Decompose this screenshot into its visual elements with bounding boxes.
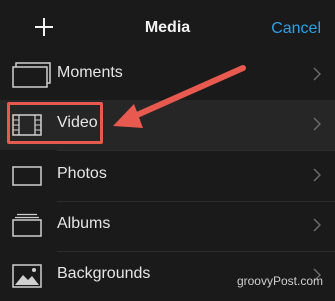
list-item-photos[interactable]: Photos bbox=[0, 151, 335, 201]
chevron-right-icon bbox=[313, 67, 321, 81]
watermark: groovyPost.com bbox=[236, 274, 323, 288]
list-item-label: Moments bbox=[57, 64, 123, 81]
list-item-label: Albums bbox=[57, 215, 111, 232]
cancel-button[interactable]: Cancel bbox=[271, 20, 321, 38]
list-item-label: Backgrounds bbox=[57, 265, 151, 282]
chevron-right-icon bbox=[313, 168, 321, 182]
nav-header: Media Cancel bbox=[0, 0, 335, 57]
chevron-right-icon bbox=[313, 117, 321, 131]
list-item-albums[interactable]: Albums bbox=[0, 201, 335, 251]
albums-icon bbox=[12, 213, 42, 237]
list-item-moments[interactable]: Moments bbox=[0, 50, 335, 100]
moments-icon bbox=[12, 62, 51, 88]
list-item-label: Photos bbox=[57, 165, 107, 182]
highlight-box bbox=[7, 102, 103, 144]
landscape-icon bbox=[12, 264, 42, 288]
photo-frame-icon bbox=[12, 166, 42, 186]
chevron-right-icon bbox=[313, 218, 321, 232]
